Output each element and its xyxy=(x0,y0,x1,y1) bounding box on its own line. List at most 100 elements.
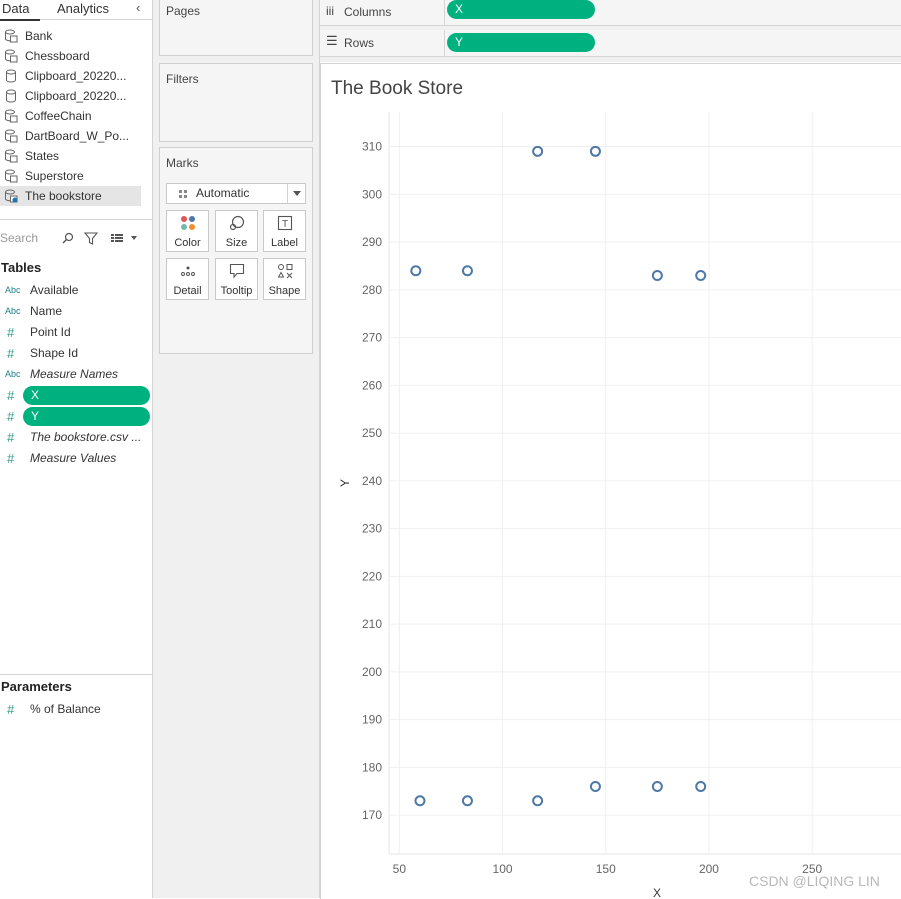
tab-analytics[interactable]: Analytics xyxy=(57,0,109,19)
field-item[interactable]: Abc Measure Names xyxy=(0,364,152,385)
size-button[interactable]: Size xyxy=(215,210,258,252)
scatter-point[interactable] xyxy=(589,780,601,792)
color-button[interactable]: Color xyxy=(166,210,209,252)
database-icon xyxy=(6,89,16,103)
y-tick-label: 250 xyxy=(362,426,382,440)
datasource-label: The bookstore xyxy=(25,189,102,203)
shape-button[interactable]: Shape xyxy=(263,258,306,300)
datasource-item[interactable]: DartBoard_W_Po... xyxy=(0,126,152,146)
scatter-point[interactable] xyxy=(651,269,663,281)
marks-card: Marks Automatic Color Size T Label Detai… xyxy=(159,147,313,354)
string-type-icon: Abc xyxy=(5,285,21,295)
field-pill: Y xyxy=(23,407,150,426)
field-item[interactable]: # The bookstore.csv ... xyxy=(0,427,152,448)
scatter-plot[interactable]: 170 180 190 200 210 220 230 240 250 260 270 280 290 3… xyxy=(321,64,901,899)
view-options-icon[interactable] xyxy=(110,233,138,243)
divider xyxy=(444,30,445,56)
scatter-point[interactable] xyxy=(414,795,426,807)
datasource-label: Bank xyxy=(25,29,53,43)
field-label: Name xyxy=(30,304,63,318)
size-icon xyxy=(229,215,245,231)
datasource-item[interactable]: States xyxy=(0,146,152,166)
columns-shelf[interactable]: iii Columns X xyxy=(320,0,901,26)
datasource-item[interactable]: Bank xyxy=(0,26,152,46)
mark-type-label: Automatic xyxy=(196,186,250,200)
field-item[interactable]: # Shape Id xyxy=(0,343,152,364)
scatter-point[interactable] xyxy=(461,265,473,277)
datasource-item[interactable]: Chessboard xyxy=(0,46,152,66)
divider xyxy=(0,674,152,675)
field-item[interactable]: # X xyxy=(0,385,152,406)
size-button-label: Size xyxy=(225,237,248,249)
search-icon[interactable] xyxy=(62,232,74,244)
datasource-icon xyxy=(5,129,18,143)
rows-icon: ☰ xyxy=(326,33,338,48)
cards-panel: Pages Filters Marks Automatic Color Size… xyxy=(153,0,320,898)
y-tick-label: 220 xyxy=(362,569,382,583)
number-type-icon: # xyxy=(7,325,15,340)
shelves: iii Columns X ☰ Rows Y xyxy=(320,0,901,62)
datasource-list: Bank Chessboard Clipboard_20220... Clipboar… xyxy=(0,26,152,206)
divider xyxy=(287,184,288,203)
number-type-icon: # xyxy=(7,702,15,717)
scatter-point[interactable] xyxy=(589,145,601,157)
datasource-item[interactable]: Clipboard_20220... xyxy=(0,86,152,106)
columns-pill-x[interactable]: X xyxy=(447,0,595,19)
marks-card-title: Marks xyxy=(166,156,199,170)
tab-data[interactable]: Data xyxy=(0,0,40,21)
y-tick-label: 260 xyxy=(362,378,382,392)
database-icon xyxy=(6,69,16,83)
parameter-item[interactable]: # % of Balance xyxy=(0,699,152,720)
filters-card-title: Filters xyxy=(166,72,199,86)
number-type-icon: # xyxy=(7,346,15,361)
y-tick-label: 170 xyxy=(362,808,382,822)
y-tick-label: 190 xyxy=(362,713,382,727)
rows-shelf[interactable]: ☰ Rows Y xyxy=(320,30,901,57)
datasource-icon xyxy=(5,189,18,203)
rows-pill-y[interactable]: Y xyxy=(447,33,595,52)
search-input[interactable]: Search xyxy=(0,231,38,245)
pane-tabs: Data Analytics ‹ xyxy=(0,0,152,21)
field-item[interactable]: Abc Available xyxy=(0,280,152,301)
y-tick-label: 290 xyxy=(362,235,382,249)
filters-card[interactable]: Filters xyxy=(159,63,313,142)
filter-icon[interactable] xyxy=(84,232,98,245)
datasource-label: Clipboard_20220... xyxy=(25,69,127,83)
pages-card[interactable]: Pages xyxy=(159,0,313,56)
scatter-point[interactable] xyxy=(651,780,663,792)
datasource-item[interactable]: The bookstore xyxy=(0,186,141,206)
parameter-label: % of Balance xyxy=(30,702,101,716)
scatter-point[interactable] xyxy=(532,145,544,157)
y-tick-label: 280 xyxy=(362,283,382,297)
field-label: Measure Values xyxy=(30,451,117,465)
y-tick-label: 240 xyxy=(362,474,382,488)
scatter-point[interactable] xyxy=(410,265,422,277)
datasource-item[interactable]: Superstore xyxy=(0,166,152,186)
scatter-point[interactable] xyxy=(695,269,707,281)
collapse-pane-icon[interactable]: ‹ xyxy=(136,0,140,15)
datasource-label: CoffeeChain xyxy=(25,109,92,123)
datasource-item[interactable]: Clipboard_20220... xyxy=(0,66,152,86)
scatter-point[interactable] xyxy=(695,780,707,792)
y-axis-label: Y xyxy=(338,479,352,487)
field-label: Measure Names xyxy=(30,367,119,381)
x-tick-label: 50 xyxy=(393,862,407,876)
datasource-icon xyxy=(5,169,18,183)
mark-type-dropdown[interactable]: Automatic xyxy=(166,183,306,204)
field-item[interactable]: # Point Id xyxy=(0,322,152,343)
label-button[interactable]: T Label xyxy=(263,210,306,252)
scatter-point[interactable] xyxy=(532,795,544,807)
y-tick-label: 210 xyxy=(362,617,382,631)
datasource-item[interactable]: CoffeeChain xyxy=(0,106,152,126)
field-item[interactable]: # Y xyxy=(0,406,152,427)
tooltip-button[interactable]: Tooltip xyxy=(215,258,258,300)
field-item[interactable]: Abc Name xyxy=(0,301,152,322)
field-item[interactable]: # Measure Values xyxy=(0,448,152,469)
scatter-point[interactable] xyxy=(461,795,473,807)
number-type-icon: # xyxy=(7,451,15,466)
color-icon xyxy=(181,216,195,230)
detail-button[interactable]: Detail xyxy=(166,258,209,300)
string-type-icon: Abc xyxy=(5,306,21,316)
watermark: CSDN @LIQING LIN xyxy=(749,873,880,889)
datasource-icon xyxy=(5,149,18,163)
